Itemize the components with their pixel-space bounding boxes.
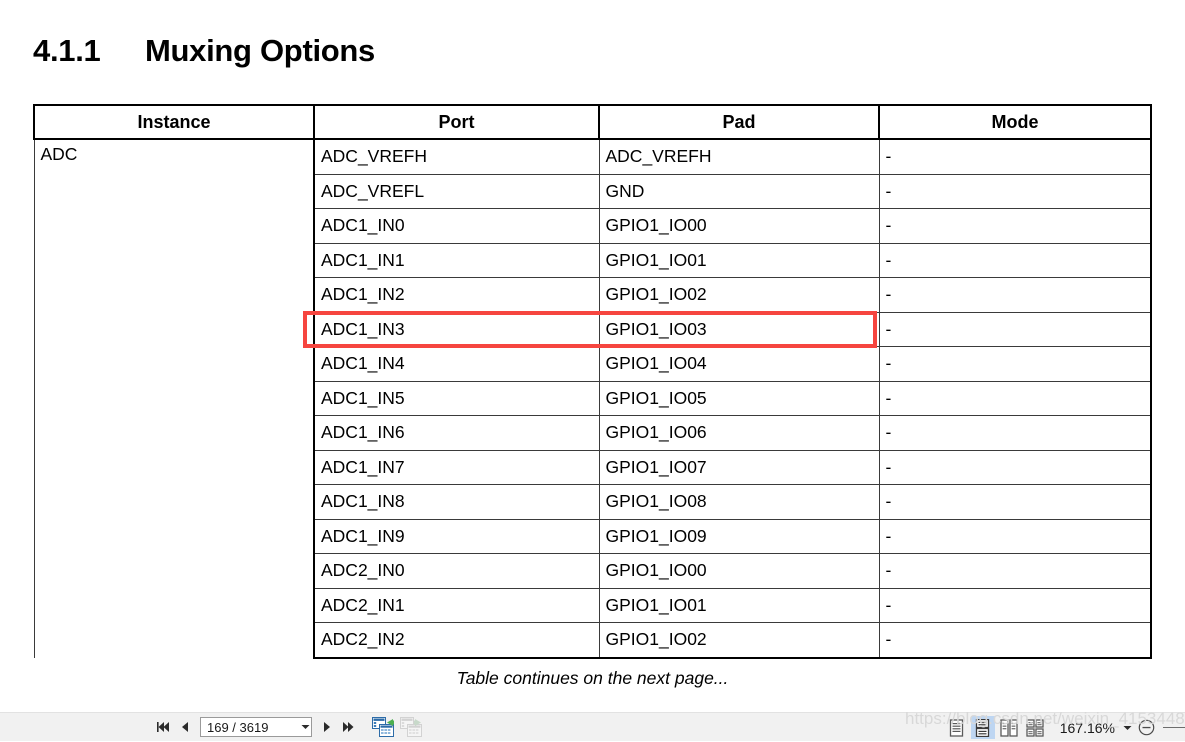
cell-pad: GPIO1_IO06: [598, 415, 880, 451]
cell-pad: GPIO1_IO08: [598, 484, 880, 520]
cell-mode: -: [878, 139, 1152, 175]
cell-mode: -: [878, 381, 1152, 416]
cell-pad: GPIO1_IO01: [598, 243, 880, 278]
pdf-viewer-toolbar[interactable]: 167.16%: [0, 712, 1185, 741]
cell-pad: GPIO1_IO09: [598, 519, 880, 554]
page-number-input[interactable]: [201, 718, 299, 736]
cell-pad: GND: [598, 174, 880, 209]
zoom-out-icon[interactable]: [1136, 717, 1156, 739]
cell-port: ADC1_IN2: [313, 277, 600, 313]
cell-mode: -: [878, 174, 1152, 209]
cell-pad: GPIO1_IO03: [598, 312, 880, 347]
cell-port: ADC1_IN8: [313, 484, 600, 520]
continuous-scroll-view-button[interactable]: [970, 716, 995, 739]
cell-instance: ADC: [33, 139, 315, 658]
previous-view-icon[interactable]: [370, 716, 396, 738]
cell-pad: GPIO1_IO02: [598, 622, 880, 659]
two-page-scroll-view-button[interactable]: [1023, 716, 1047, 739]
cell-pad: ADC_VREFH: [598, 139, 880, 175]
cell-port: ADC_VREFH: [313, 139, 600, 175]
zoom-slider[interactable]: [1163, 727, 1185, 728]
zoom-level-label[interactable]: 167.16%: [1060, 720, 1115, 736]
chevron-down-icon[interactable]: [1120, 717, 1134, 739]
cell-pad: GPIO1_IO05: [598, 381, 880, 416]
column-header-mode: Mode: [878, 104, 1152, 140]
cell-pad: GPIO1_IO02: [598, 277, 880, 313]
table-caption: Table continues on the next page...: [456, 668, 729, 688]
table-header-row: Instance Port Pad Mode: [33, 104, 1152, 140]
cell-port: ADC2_IN2: [313, 622, 600, 659]
cell-port: ADC2_IN0: [313, 553, 600, 589]
cell-mode: -: [878, 415, 1152, 451]
cell-port: ADC1_IN3: [313, 312, 600, 347]
two-page-view-button[interactable]: [997, 716, 1021, 739]
page-title: 4.1.1 Muxing Options: [33, 33, 375, 69]
cell-mode: -: [878, 346, 1152, 382]
cell-port: ADC1_IN5: [313, 381, 600, 416]
cell-mode: -: [878, 588, 1152, 623]
page-number-field[interactable]: [200, 717, 312, 737]
cell-mode: -: [878, 312, 1152, 347]
column-header-instance: Instance: [33, 104, 315, 140]
cell-mode: -: [878, 277, 1152, 313]
cell-pad: GPIO1_IO04: [598, 346, 880, 382]
next-view-icon: [398, 716, 424, 738]
column-header-pad: Pad: [598, 104, 880, 140]
cell-mode: -: [878, 622, 1152, 659]
heading-number: 4.1.1: [33, 33, 101, 68]
pdf-page-viewport[interactable]: 4.1.1 Muxing Options Instance Port Pad Mo…: [0, 0, 1185, 712]
last-page-icon[interactable]: [339, 716, 359, 738]
cell-mode: -: [878, 519, 1152, 554]
next-page-icon[interactable]: [317, 716, 337, 738]
cell-mode: -: [878, 450, 1152, 485]
heading-title: Muxing Options: [145, 33, 375, 68]
cell-mode: -: [878, 484, 1152, 520]
cell-pad: GPIO1_IO00: [598, 208, 880, 244]
table-body: ADC ADC_VREFH ADC_VREFH - ADC_VREFL GND - ADC1_…: [33, 139, 1152, 659]
muxing-options-table: Instance Port Pad Mode ADC ADC_VREFH ADC_V…: [33, 104, 1152, 659]
single-page-view-button[interactable]: [945, 716, 969, 739]
cell-port: ADC1_IN4: [313, 346, 600, 382]
cell-mode: -: [878, 208, 1152, 244]
cell-port: ADC2_IN1: [313, 588, 600, 623]
table-row: ADC ADC_VREFH ADC_VREFH -: [33, 139, 1152, 658]
cell-port: ADC1_IN7: [313, 450, 600, 485]
first-page-icon[interactable]: [153, 716, 173, 738]
cell-pad: GPIO1_IO00: [598, 553, 880, 589]
cell-port: ADC1_IN0: [313, 208, 600, 244]
column-header-port: Port: [313, 104, 600, 140]
previous-page-icon[interactable]: [175, 716, 195, 738]
cell-port: ADC1_IN6: [313, 415, 600, 451]
cell-pad: GPIO1_IO07: [598, 450, 880, 485]
cell-pad: GPIO1_IO01: [598, 588, 880, 623]
cell-mode: -: [878, 243, 1152, 278]
cell-mode: -: [878, 553, 1152, 589]
chevron-down-icon[interactable]: [299, 718, 311, 736]
cell-port: ADC_VREFL: [313, 174, 600, 209]
cell-port: ADC1_IN9: [313, 519, 600, 554]
cell-port: ADC1_IN1: [313, 243, 600, 278]
